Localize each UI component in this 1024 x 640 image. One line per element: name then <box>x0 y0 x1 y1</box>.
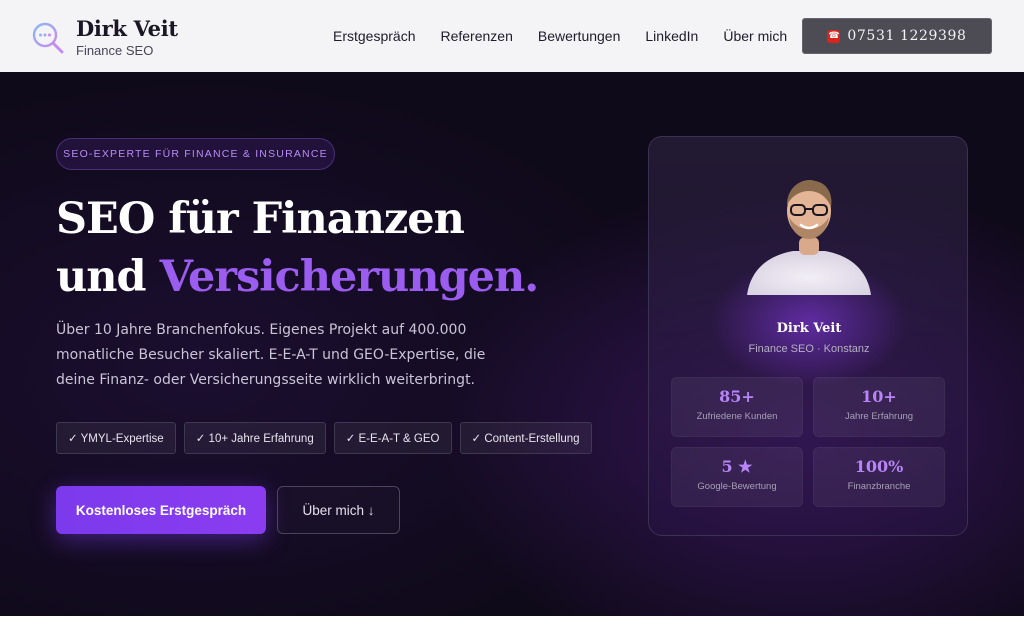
headline-line-2-accent: Versicherungen. <box>159 252 540 302</box>
chip-experience: ✓ 10+ Jahre Erfahrung <box>183 422 326 454</box>
profile-subtitle: Finance SEO · Konstanz <box>748 343 870 355</box>
stat-finance-focus: 100% Finanzbranche <box>813 447 945 507</box>
stat-clients: 85+ Zufriedene Kunden <box>671 377 803 437</box>
hero-badge: SEO-EXPERTE FÜR FINANCE & INSURANCE <box>56 138 335 170</box>
free-consultation-button[interactable]: Kostenloses Erstgespräch <box>56 486 266 534</box>
chip-ymyl: ✓ YMYL-Expertise <box>56 422 176 454</box>
site-header: Dirk Veit Finance SEO Erstgespräch Refer… <box>0 0 1024 72</box>
avatar <box>745 171 873 295</box>
headline-line-1: SEO für Finanzen <box>56 194 465 244</box>
stat-value: 5 ★ <box>721 457 753 476</box>
stat-value: 10+ <box>861 387 897 406</box>
stat-label: Jahre Erfahrung <box>844 411 914 422</box>
stat-label: Zufriedene Kunden <box>696 411 778 422</box>
nav-referenzen[interactable]: Referenzen <box>440 27 512 45</box>
nav-linkedin[interactable]: LinkedIn <box>645 27 698 45</box>
phone-button[interactable]: ☎ 07531 1229398 <box>802 18 992 54</box>
profile-card: Dirk Veit Finance SEO · Konstanz 85+ Zuf… <box>648 136 968 536</box>
nav-erstgespraech[interactable]: Erstgespräch <box>333 27 415 45</box>
nav-ueber-mich[interactable]: Über mich <box>723 27 787 45</box>
hero-headline: SEO für Finanzen und Versicherungen. <box>56 190 540 306</box>
profile-name: Dirk Veit <box>776 321 842 336</box>
stat-label: Finanzbranche <box>847 481 911 492</box>
hero-lead-text: Über 10 Jahre Branchenfokus. Eigenes Pro… <box>56 322 486 388</box>
stat-label: Google-Bewertung <box>697 481 777 492</box>
chip-content: ✓ Content-Erstellung <box>459 422 592 454</box>
phone-icon: ☎ <box>827 29 841 43</box>
hero-section: SEO-EXPERTE FÜR FINANCE & INSURANCE SEO … <box>0 72 1024 616</box>
logo-name: Dirk Veit <box>76 16 178 41</box>
phone-number: 07531 1229398 <box>847 28 967 44</box>
feature-chips: ✓ YMYL-Expertise ✓ 10+ Jahre Erfahrung ✓… <box>56 422 600 454</box>
magnifier-chat-icon <box>30 20 66 56</box>
stat-google-rating: 5 ★ Google-Bewertung <box>671 447 803 507</box>
headline-line-2-plain: und <box>56 252 160 302</box>
logo[interactable]: Dirk Veit Finance SEO <box>30 18 178 58</box>
nav-bewertungen[interactable]: Bewertungen <box>538 27 621 45</box>
stat-experience: 10+ Jahre Erfahrung <box>813 377 945 437</box>
stat-value: 85+ <box>719 387 755 406</box>
main-nav: Erstgespräch Referenzen Bewertungen Link… <box>333 27 812 45</box>
logo-subtitle: Finance SEO <box>76 43 154 58</box>
chip-eeat-geo: ✓ E-E-A-T & GEO <box>333 422 452 454</box>
about-me-button[interactable]: Über mich ↓ <box>277 486 400 534</box>
stat-value: 100% <box>854 457 904 476</box>
